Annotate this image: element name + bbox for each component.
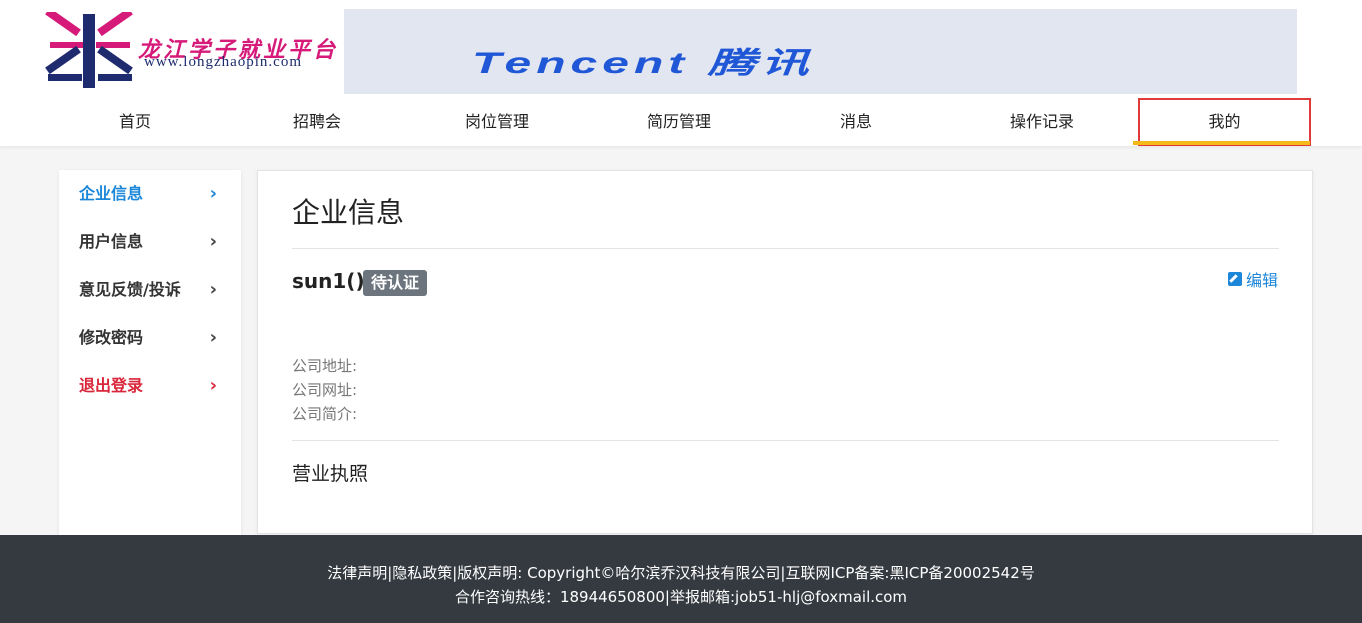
status-badge: 待认证 (363, 270, 428, 296)
sidebar-item-feedback[interactable]: 意见反馈/投诉 › (59, 266, 241, 314)
section-divider (292, 440, 1279, 441)
company-intro-label: 公司简介: (292, 405, 358, 423)
company-name: sun1() (292, 269, 365, 293)
company-website-label: 公司网址: (292, 381, 358, 399)
footer-contact-text: 合作咨询热线：18944650800|举报邮箱:job51-hlj@foxmai… (454, 588, 908, 606)
sidebar-item-label: 退出登录 (79, 376, 144, 395)
chevron-right-icon: › (209, 231, 217, 252)
nav-active-underline (1133, 141, 1310, 145)
banner-brand-text: Tencent 腾讯 (472, 46, 814, 80)
nav-item-job-management[interactable]: 岗位管理 (417, 98, 577, 146)
edit-label: 编辑 (1245, 271, 1278, 290)
company-address-label: 公司地址: (292, 357, 358, 375)
logo-url: www.longzhaopin.com (144, 54, 302, 70)
company-info-panel: 企业信息 sun1() 待认证 编辑 公司地址: 公司网址: 公司简介: 营业执… (257, 170, 1313, 534)
main-nav: 首页 招聘会 岗位管理 简历管理 消息 操作记录 我的 (0, 98, 1362, 146)
page-title: 企业信息 (292, 196, 405, 229)
site-logo[interactable]: 龙江学子就业平台 www.longzhaopin.com (44, 12, 344, 92)
footer-legal-text: 法律声明|隐私政策|版权声明: Copyright©哈尔滨乔汉科技有限公司|互联… (327, 564, 1035, 582)
nav-item-home[interactable]: 首页 (55, 98, 215, 146)
nav-item-mine[interactable]: 我的 (1138, 98, 1311, 146)
nav-item-operation-log[interactable]: 操作记录 (962, 98, 1122, 146)
edit-button[interactable]: 编辑 (1227, 267, 1278, 291)
nav-item-resume-management[interactable]: 简历管理 (599, 98, 759, 146)
site-footer: 法律声明|隐私政策|版权声明: Copyright©哈尔滨乔汉科技有限公司|互联… (0, 535, 1362, 623)
edit-icon (1227, 272, 1242, 286)
chevron-right-icon: › (209, 279, 217, 300)
sidebar-item-logout[interactable]: 退出登录 › (59, 362, 241, 410)
chevron-right-icon: › (209, 327, 217, 348)
advertiser-banner[interactable]: Tencent 腾讯 (344, 9, 1297, 94)
sidebar-item-change-password[interactable]: 修改密码 › (59, 314, 241, 362)
sidebar-item-label: 企业信息 (79, 184, 144, 203)
sidebar-item-company-info[interactable]: 企业信息 › (59, 170, 241, 218)
title-divider (292, 248, 1279, 249)
sidebar-item-label: 修改密码 (79, 328, 144, 347)
site-header: 龙江学子就业平台 www.longzhaopin.com Tencent 腾讯 (0, 0, 1362, 98)
business-license-heading: 营业执照 (292, 463, 369, 485)
sidebar-item-label: 意见反馈/投诉 (79, 280, 181, 299)
logo-mark-icon (45, 12, 133, 88)
account-sidebar: 企业信息 › 用户信息 › 意见反馈/投诉 › 修改密码 › 退出登录 › (59, 170, 241, 536)
sidebar-item-user-info[interactable]: 用户信息 › (59, 218, 241, 266)
sidebar-item-label: 用户信息 (79, 232, 144, 251)
chevron-right-icon: › (209, 375, 217, 396)
nav-item-job-fair[interactable]: 招聘会 (237, 98, 397, 146)
chevron-right-icon: › (209, 183, 217, 204)
nav-item-messages[interactable]: 消息 (776, 98, 936, 146)
